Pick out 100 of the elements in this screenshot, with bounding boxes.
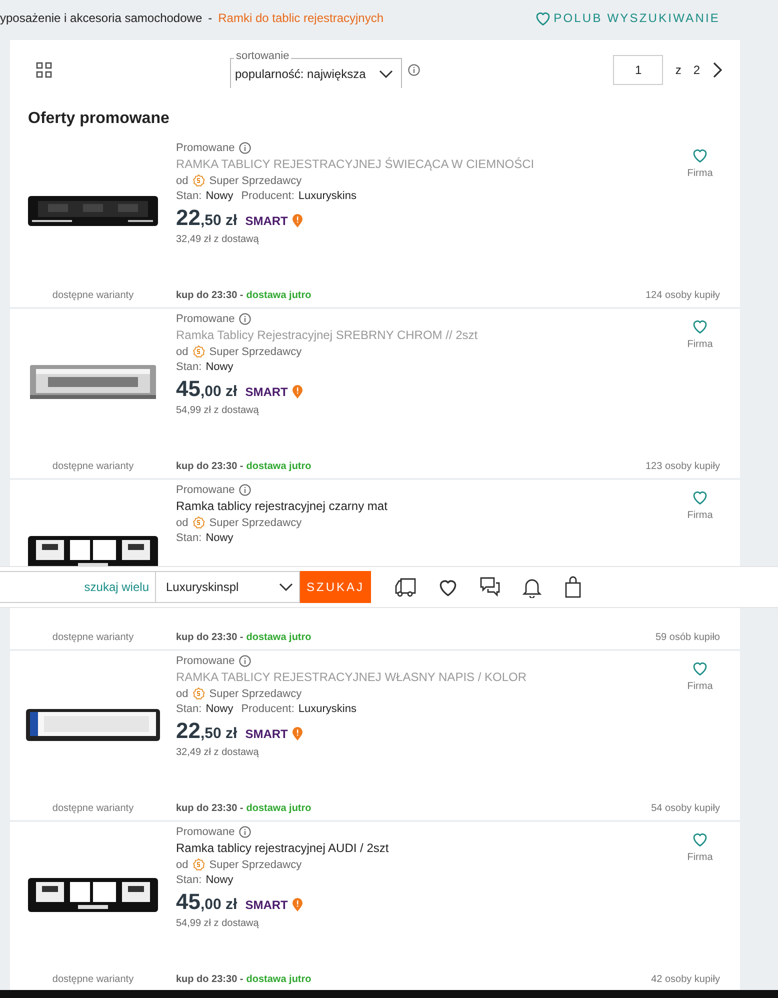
super-seller-icon: [192, 687, 206, 700]
condition-value: Nowy: [206, 532, 234, 544]
info-icon: [238, 484, 251, 496]
delivery-price: 54,99 zł z dostawą: [176, 405, 259, 416]
chevron-down-icon: [379, 70, 393, 78]
info-icon: [238, 313, 251, 325]
pin-icon: [292, 385, 303, 399]
order-cutoff: kup do 23:30 -: [176, 802, 244, 814]
page-total: 2: [693, 63, 700, 77]
offer-title[interactable]: Ramka Tablicy Rejestracyjnej SREBRNY CHROM // 2szt: [176, 328, 478, 342]
condition-label: Stan:: [176, 703, 202, 715]
price: 45,00 zł: [176, 889, 238, 915]
buyers-count: 59 osób kupiło: [656, 632, 720, 642]
delivery-price: 32,49 zł z dostawą: [176, 234, 259, 245]
price: 22,50 zł: [176, 718, 238, 744]
buyers-count: 124 osoby kupiły: [646, 290, 720, 300]
offer-title[interactable]: Ramka tablicy rejestracyjnej AUDI / 2szt: [176, 841, 389, 855]
buyers-count: 42 osoby kupiły: [651, 974, 720, 984]
condition-value: Nowy: [206, 703, 234, 715]
variants-label: dostępne warianty: [52, 460, 134, 472]
super-seller-icon: [192, 345, 206, 358]
delivery-info: dostawa jutro: [246, 460, 312, 472]
producer-label: Producent:: [241, 703, 294, 715]
super-seller-icon: [192, 516, 206, 529]
favorite-label: Firma: [687, 339, 713, 350]
info-icon: [408, 64, 420, 76]
smart-label: SMART: [245, 385, 288, 399]
seller-name: Super Sprzedawcy: [209, 688, 302, 700]
scope-select[interactable]: Luxuryskinspl: [155, 571, 300, 603]
variants-label: dostępne warianty: [52, 290, 134, 300]
price: 45,00 zł: [176, 376, 238, 402]
search-button[interactable]: SZUKAJ: [300, 571, 371, 603]
chevron-down-icon: [279, 583, 293, 591]
buyers-count: 123 osoby kupiły: [646, 460, 720, 472]
producer-value: Luxuryskins: [298, 703, 356, 715]
offer-title[interactable]: Ramka tablicy rejestracyjnej czarny mat: [176, 499, 388, 513]
offer-title[interactable]: RAMKA TABLICY REJESTRACYJNEJ WŁASNY NAPIS / KOLOR: [176, 670, 527, 684]
price: 22,50 zł: [176, 205, 238, 231]
condition-value: Nowy: [206, 874, 234, 886]
info-icon: [238, 142, 251, 154]
breadcrumb-link[interactable]: yposażenie i akcesoria samochodowe: [0, 11, 202, 25]
variants-label: dostępne warianty: [52, 802, 134, 814]
grid-view-icon[interactable]: [36, 62, 52, 78]
sort-label: sortowanie: [234, 50, 292, 62]
breadcrumb-current[interactable]: Ramki do tablic rejestracyjnych: [218, 11, 384, 25]
like-search-link[interactable]: POLUB WYSZUKIWANIE: [554, 11, 720, 25]
page-of-label: z: [675, 63, 682, 77]
pin-icon: [292, 898, 303, 912]
favorite-label: Firma: [687, 168, 713, 179]
favorite-label: Firma: [687, 510, 713, 521]
page-input[interactable]: 1: [613, 55, 664, 85]
smart-label: SMART: [245, 727, 288, 741]
seller-prefix: od: [176, 174, 188, 186]
condition-label: Stan:: [176, 190, 202, 202]
next-page-icon[interactable]: [712, 62, 722, 78]
condition-value: Nowy: [206, 190, 234, 202]
smart-label: SMART: [245, 214, 288, 228]
order-cutoff: kup do 23:30 -: [176, 290, 244, 300]
order-cutoff: kup do 23:30 -: [176, 974, 244, 984]
buyers-count: 54 osoby kupiły: [651, 802, 720, 814]
chat-icon[interactable]: [479, 576, 501, 598]
variants-label: dostępne warianty: [52, 974, 134, 984]
favorite-label: Firma: [687, 852, 713, 863]
favorite-label: Firma: [687, 681, 713, 692]
promoted-label: Promowane: [176, 484, 235, 496]
promoted-label: Promowane: [176, 826, 235, 838]
delivery-info: dostawa jutro: [246, 290, 312, 300]
offer-title[interactable]: RAMKA TABLICY REJESTRACYJNEJ ŚWIECĄCA W CIEMNOŚCI: [176, 157, 534, 171]
seller-prefix: od: [176, 858, 188, 870]
truck-icon[interactable]: [393, 576, 417, 598]
producer-label: Producent:: [241, 190, 294, 202]
condition-label: Stan:: [176, 874, 202, 886]
delivery-info: dostawa jutro: [246, 632, 312, 642]
promoted-label: Promowane: [176, 142, 235, 154]
super-seller-icon: [192, 174, 206, 187]
promoted-label: Promowane: [176, 655, 235, 667]
info-icon: [238, 655, 251, 667]
delivery-price: 32,49 zł z dostawą: [176, 747, 259, 758]
delivery-info: dostawa jutro: [246, 802, 312, 814]
variants-label: dostępne warianty: [52, 632, 134, 642]
condition-label: Stan:: [176, 532, 202, 544]
order-cutoff: kup do 23:30 -: [176, 460, 244, 472]
condition-value: Nowy: [206, 361, 234, 373]
producer-value: Luxuryskins: [298, 190, 356, 202]
section-title: Oferty promowane: [28, 110, 170, 129]
condition-label: Stan:: [176, 361, 202, 373]
seller-name: Super Sprzedawcy: [209, 858, 302, 870]
promoted-label: Promowane: [176, 313, 235, 325]
search-field[interactable]: szukaj wielu: [0, 571, 155, 603]
order-cutoff: kup do 23:30 -: [176, 632, 244, 642]
shopping-bag-icon[interactable]: [563, 576, 583, 598]
info-icon: [238, 826, 251, 838]
pin-icon: [292, 214, 303, 228]
multi-search-link[interactable]: szukaj wielu: [84, 580, 149, 594]
seller-name: Super Sprzedawcy: [209, 346, 302, 358]
seller-name: Super Sprzedawcy: [209, 174, 302, 186]
breadcrumb-separator: -: [208, 11, 212, 25]
seller-name: Super Sprzedawcy: [209, 516, 302, 528]
pin-icon: [292, 727, 303, 741]
seller-prefix: od: [176, 688, 188, 700]
